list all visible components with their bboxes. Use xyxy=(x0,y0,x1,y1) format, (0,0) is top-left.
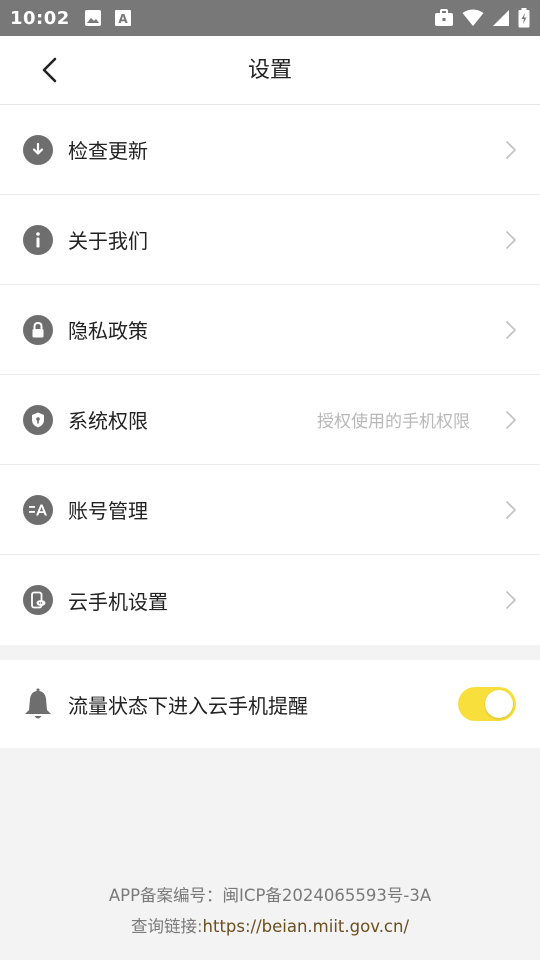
toggle-knob xyxy=(485,690,513,718)
settings-item-label: 云手机设置 xyxy=(68,589,168,614)
status-bar: 10:02 A xyxy=(0,0,540,36)
icp-record: APP备案编号：闽ICP备2024065593号-3A xyxy=(108,886,432,905)
chevron-right-icon xyxy=(504,140,518,160)
text-a-icon: A xyxy=(114,9,132,27)
chevron-right-icon xyxy=(504,320,518,340)
download-icon xyxy=(23,134,53,165)
wifi-icon xyxy=(462,9,484,27)
reminder-toggle[interactable] xyxy=(458,687,516,721)
status-time: 10:02 xyxy=(10,7,70,29)
account-icon xyxy=(23,494,53,525)
image-icon xyxy=(84,9,102,27)
settings-list: 检查更新 关于我们 隐私政策 系统权限 授权使用的手机权限 账号管理 云手机设置 xyxy=(0,105,540,645)
battery-charging-icon xyxy=(518,8,530,28)
chevron-right-icon xyxy=(504,230,518,250)
settings-item-label: 账号管理 xyxy=(68,499,148,523)
settings-item-privacy-policy[interactable]: 隐私政策 xyxy=(0,285,540,375)
settings-item-check-update[interactable]: 检查更新 xyxy=(0,105,540,195)
lock-icon xyxy=(23,314,53,345)
settings-item-label: 关于我们 xyxy=(68,229,148,253)
shield-icon xyxy=(23,404,53,435)
cloud-phone-icon xyxy=(23,585,53,615)
settings-item-cloud-phone-settings[interactable]: 云手机设置 xyxy=(0,555,540,645)
footer: APP备案编号：闽ICP备2024065593号-3A 查询链接:https:/… xyxy=(0,880,540,942)
settings-item-label: 系统权限 xyxy=(68,409,148,433)
settings-item-account-management[interactable]: 账号管理 xyxy=(0,465,540,555)
query-line: 查询链接:https://beian.miit.gov.cn/ xyxy=(0,911,540,942)
query-prefix: 查询链接: xyxy=(130,917,203,936)
info-icon xyxy=(23,224,53,255)
chevron-left-icon xyxy=(42,57,57,83)
chevron-right-icon xyxy=(504,590,518,610)
signal-icon xyxy=(492,9,510,27)
settings-item-about-us[interactable]: 关于我们 xyxy=(0,195,540,285)
query-link[interactable]: https://beian.miit.gov.cn/ xyxy=(203,917,410,936)
back-button[interactable] xyxy=(30,50,70,90)
settings-item-label: 隐私政策 xyxy=(68,319,148,343)
permissions-hint: 授权使用的手机权限 xyxy=(317,412,470,432)
reminder-label: 流量状态下进入云手机提醒 xyxy=(68,693,308,718)
app-header: 设置 xyxy=(0,36,540,105)
briefcase-icon xyxy=(434,9,454,27)
page-title: 设置 xyxy=(247,58,292,83)
svg-text:A: A xyxy=(118,12,128,26)
chevron-right-icon xyxy=(504,500,518,520)
settings-item-system-permissions[interactable]: 系统权限 授权使用的手机权限 xyxy=(0,375,540,465)
data-usage-reminder-row: 流量状态下进入云手机提醒 xyxy=(0,660,540,748)
chevron-right-icon xyxy=(504,410,518,430)
settings-item-label: 检查更新 xyxy=(68,139,148,163)
bell-icon xyxy=(22,688,54,722)
